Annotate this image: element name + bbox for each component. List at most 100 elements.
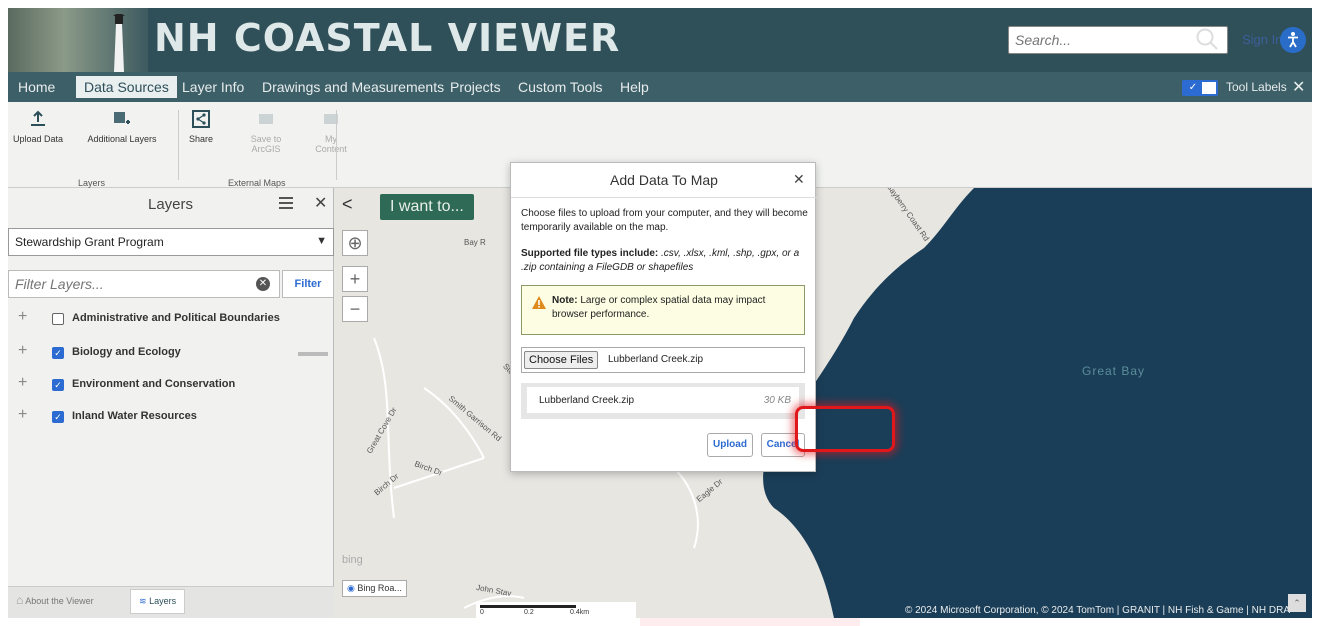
layer-checkbox[interactable]: ✓ xyxy=(52,379,64,391)
layer-row: + Administrative and Political Boundarie… xyxy=(8,304,334,334)
search-icon[interactable] xyxy=(1194,26,1220,52)
close-icon[interactable]: ✕ xyxy=(1292,77,1305,97)
filter-layers-input[interactable] xyxy=(8,270,280,298)
menu-projects[interactable]: Projects xyxy=(450,79,501,95)
file-item-name: Lubberland Creek.zip xyxy=(539,395,635,406)
chosen-file-name: Lubberland Creek.zip xyxy=(608,354,704,365)
water-label: Great Bay xyxy=(1082,364,1146,378)
layer-row: + ✓ Biology and Ecology xyxy=(8,338,334,368)
group-label-external-maps: External Maps xyxy=(228,178,286,188)
layer-label: Administrative and Political Boundaries xyxy=(72,312,280,324)
save-to-arcgis-label: Save to ArcGIS xyxy=(250,134,282,154)
scale-line xyxy=(480,605,576,608)
ribbon-divider xyxy=(336,110,337,180)
scale-bar: 0 0.2 0.4km xyxy=(476,602,636,618)
menu-help[interactable]: Help xyxy=(620,79,649,95)
close-icon[interactable]: ✕ xyxy=(314,193,327,213)
my-content-icon xyxy=(324,114,338,124)
collapse-panel-icon[interactable]: < xyxy=(342,194,353,215)
choose-files-button[interactable]: Choose Files xyxy=(524,351,599,369)
warning-icon xyxy=(532,296,546,309)
group-label-layers: Layers xyxy=(78,178,106,188)
layer-checkbox[interactable]: ✓ xyxy=(52,411,64,423)
i-want-to-button[interactable]: I want to... xyxy=(380,194,474,220)
performance-note: Note: Large or complex spatial data may … xyxy=(521,285,805,335)
layer-row: + ✓ Inland Water Resources xyxy=(8,402,334,432)
upload-icon xyxy=(31,110,45,126)
tab-layers[interactable]: ≋ Layers xyxy=(130,589,186,614)
upload-data-button[interactable]: Upload Data xyxy=(12,110,64,144)
file-item-size: 30 KB xyxy=(763,395,791,406)
map-canvas xyxy=(334,188,1312,618)
expand-icon[interactable]: + xyxy=(18,308,27,326)
group-select-value: Stewardship Grant Program xyxy=(15,235,164,249)
additional-layers-button[interactable]: Additional Layers xyxy=(82,110,162,144)
layer-checkbox[interactable] xyxy=(52,313,64,325)
selected-files-list: Lubberland Creek.zip 30 KB xyxy=(521,383,805,419)
clear-filter-icon[interactable]: ✕ xyxy=(256,277,270,291)
layer-checkbox[interactable]: ✓ xyxy=(52,347,64,359)
tool-labels-toggle[interactable]: ✓ xyxy=(1182,80,1218,96)
layer-label: Biology and Ecology xyxy=(72,346,181,358)
dialog-title: Add Data To Map xyxy=(610,172,718,188)
upload-data-label: Upload Data xyxy=(12,134,64,144)
expand-corner-icon[interactable]: ⌃ xyxy=(1288,594,1306,612)
home-icon: ⌂ xyxy=(16,593,24,607)
divider xyxy=(511,197,817,198)
add-data-dialog: Add Data To Map ✕ Choose files to upload… xyxy=(510,162,817,472)
map-pin-icon: ◉ xyxy=(347,583,355,593)
save-to-arcgis-button: Save to ArcGIS xyxy=(236,110,296,154)
map-view[interactable]: < I want to... ⊕ + − Bay R Bayberry Coas… xyxy=(334,188,1312,618)
scale-label: 0.2 xyxy=(524,609,534,616)
app-title: NH COASTAL VIEWER xyxy=(154,16,621,60)
share-button[interactable]: Share xyxy=(186,110,216,144)
expand-icon[interactable]: + xyxy=(18,374,27,392)
scale-label: 0 xyxy=(480,609,484,616)
app-header: NH COASTAL VIEWER Sign In xyxy=(8,8,1312,72)
ribbon-divider xyxy=(178,110,179,180)
opacity-slider[interactable] xyxy=(298,352,328,356)
tab-about-viewer[interactable]: ⌂ About the Viewer xyxy=(16,593,94,607)
share-icon xyxy=(192,110,210,128)
road-label: Bay R xyxy=(464,238,486,247)
tab-about-label: About the Viewer xyxy=(25,596,94,606)
layer-row: + ✓ Environment and Conservation xyxy=(8,370,334,400)
layers-icon: ≋ xyxy=(139,596,147,606)
locate-icon[interactable]: ⊕ xyxy=(342,230,368,256)
arcgis-save-icon xyxy=(259,114,273,124)
menu-data-sources[interactable]: Data Sources xyxy=(76,76,177,98)
menu-layer-info[interactable]: Layer Info xyxy=(182,79,244,95)
click-highlight xyxy=(795,406,895,452)
upload-button[interactable]: Upload xyxy=(707,433,753,457)
check-icon: ✓ xyxy=(1184,82,1202,94)
note-text: Note: Large or complex spatial data may … xyxy=(552,294,800,322)
list-icon[interactable] xyxy=(278,196,294,210)
file-picker: Choose Files Lubberland Creek.zip xyxy=(521,347,805,373)
accessibility-icon[interactable] xyxy=(1280,27,1306,53)
panel-title: Layers xyxy=(148,196,194,213)
zoom-in-button[interactable]: + xyxy=(342,266,368,292)
search-input[interactable] xyxy=(1015,30,1185,50)
expand-icon[interactable]: + xyxy=(18,342,27,360)
menu-bar: Home Data Sources Layer Info Drawings an… xyxy=(8,72,1312,102)
zoom-out-button[interactable]: − xyxy=(342,296,368,322)
bing-logo: bing xyxy=(342,554,363,566)
chevron-down-icon: ▼ xyxy=(316,235,327,247)
panel-bottom-tabs: ⌂ About the Viewer ≋ Layers xyxy=(8,586,334,618)
lighthouse-icon xyxy=(113,14,125,72)
menu-custom-tools[interactable]: Custom Tools xyxy=(518,79,603,95)
expand-icon[interactable]: + xyxy=(18,406,27,424)
group-select[interactable]: Stewardship Grant Program ▼ xyxy=(8,228,334,256)
filter-button[interactable]: Filter xyxy=(282,270,334,298)
menu-home[interactable]: Home xyxy=(18,79,55,95)
close-icon[interactable]: ✕ xyxy=(793,171,805,188)
supported-types-heading: Supported file types include: xyxy=(521,248,659,259)
map-attribution: © 2024 Microsoft Corporation, © 2024 Tom… xyxy=(904,605,1290,616)
basemap-switcher[interactable]: ◉ Bing Roa... xyxy=(342,580,407,597)
sign-in-link[interactable]: Sign In xyxy=(1242,32,1282,47)
additional-layers-label: Additional Layers xyxy=(87,134,157,144)
note-body: Large or complex spatial data may impact… xyxy=(552,295,766,320)
tab-layers-label: Layers xyxy=(149,596,177,606)
menu-drawings[interactable]: Drawings and Measurements xyxy=(262,79,444,95)
list-item: Lubberland Creek.zip 30 KB xyxy=(527,387,799,413)
